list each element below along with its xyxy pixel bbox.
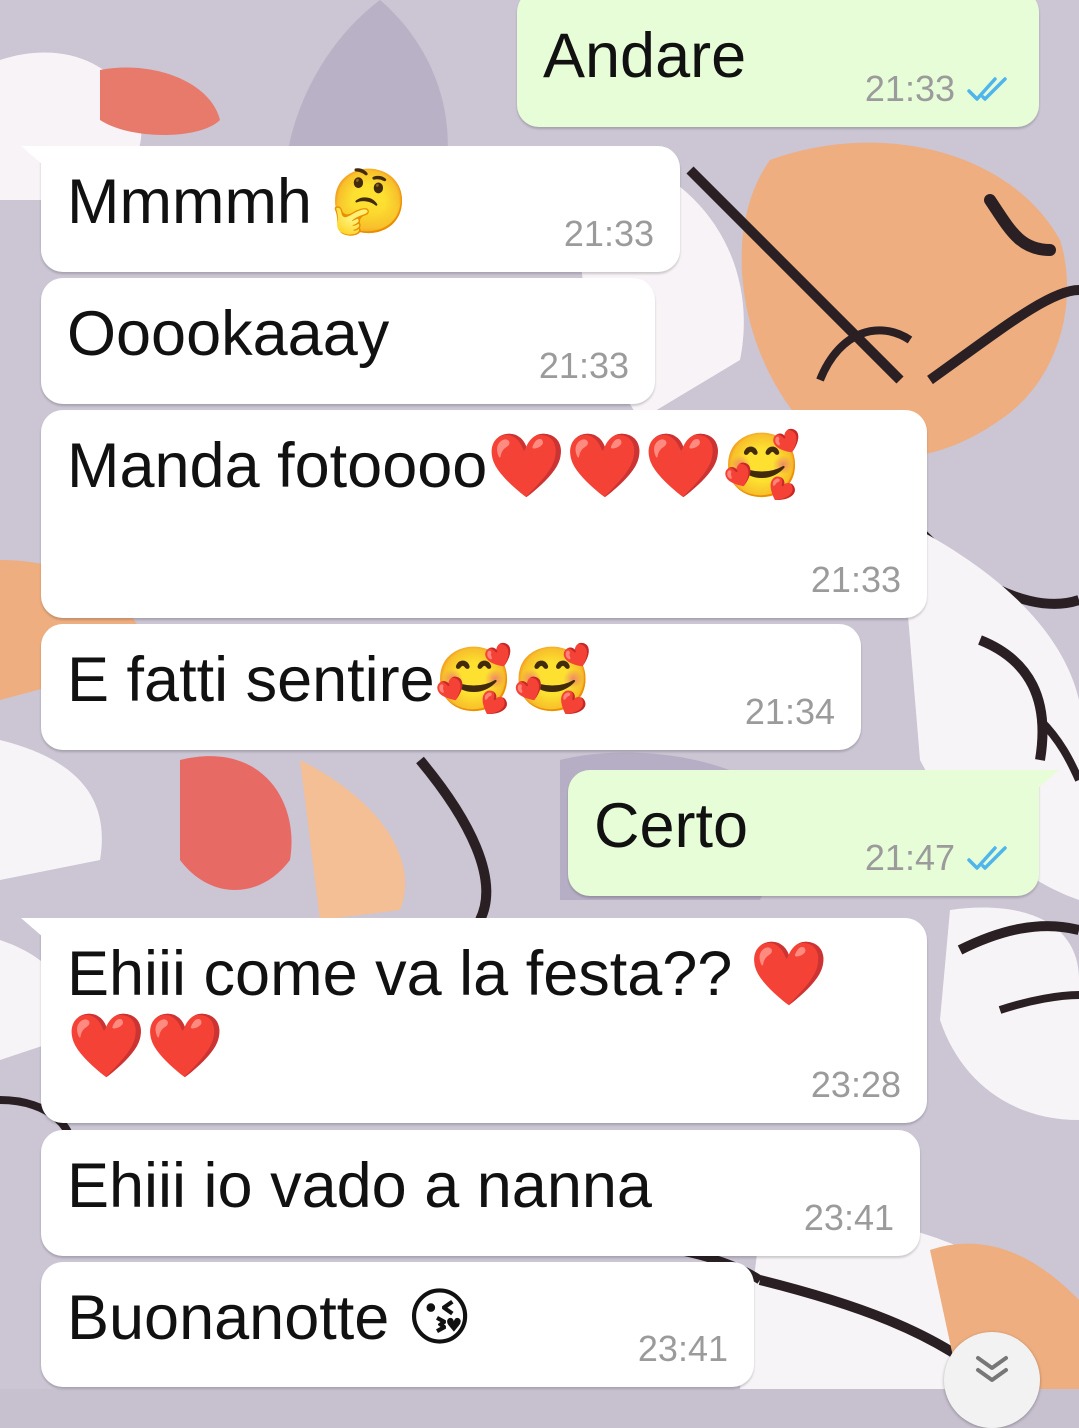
message-timestamp: 21:33 <box>810 559 901 600</box>
message-meta: 23:41 <box>638 1329 728 1369</box>
outgoing-message-bubble[interactable]: Andare 21:33 <box>517 0 1039 127</box>
message-timestamp: 23:41 <box>803 1197 894 1238</box>
message-timestamp: 21:47 <box>864 837 955 878</box>
message-timestamp: 21:33 <box>563 213 654 254</box>
message-meta: 23:41 <box>804 1198 894 1238</box>
message-text: Ooookaaay <box>67 299 390 369</box>
bubble-tail <box>21 146 51 172</box>
message-timestamp: 23:41 <box>637 1328 728 1369</box>
message-meta: 21:47 <box>865 838 1013 878</box>
chat-message-list[interactable]: Andare 21:33 Mmmmh 🤔 21:33 Ooookaaay 21:33 Man… <box>0 0 1079 1389</box>
incoming-message-bubble[interactable]: E fatti sentire🥰🥰 21:34 <box>41 624 861 750</box>
bubble-tail <box>21 918 51 944</box>
message-text: Mmmmh 🤔 <box>67 167 408 237</box>
scroll-to-bottom-button[interactable] <box>944 1332 1040 1428</box>
message-text: Buonanotte 😘 <box>67 1283 473 1353</box>
message-timestamp: 23:28 <box>810 1064 901 1105</box>
message-timestamp: 21:34 <box>744 691 835 732</box>
message-meta: 21:34 <box>745 692 835 732</box>
message-meta: 21:33 <box>564 214 654 254</box>
message-text: Certo <box>594 791 749 861</box>
message-text: Manda fotoooo❤️❤️❤️🥰 <box>67 431 802 501</box>
incoming-message-bubble[interactable]: Ehiii come va la festa?? ❤️ ❤️❤️ 23:28 <box>21 918 927 1123</box>
message-meta: 21:33 <box>865 69 1013 109</box>
incoming-message-bubble[interactable]: Buonanotte 😘 23:41 <box>41 1262 754 1387</box>
message-timestamp: 21:33 <box>538 345 629 386</box>
message-meta: 21:33 <box>539 346 629 386</box>
message-text: Ehiii io vado a nanna <box>67 1151 652 1221</box>
message-meta: 23:28 <box>811 1065 901 1105</box>
double-check-read-icon <box>967 77 1007 101</box>
outgoing-message-bubble[interactable]: Certo 21:47 <box>568 770 1059 896</box>
message-meta: 21:33 <box>811 560 901 600</box>
incoming-message-bubble[interactable]: Ehiii io vado a nanna 23:41 <box>41 1130 920 1256</box>
incoming-message-bubble[interactable]: Mmmmh 🤔 21:33 <box>21 146 680 272</box>
double-chevron-down-icon <box>976 1356 1008 1382</box>
incoming-message-bubble[interactable]: Manda fotoooo❤️❤️❤️🥰 21:33 <box>41 410 927 618</box>
message-timestamp: 21:33 <box>864 68 955 109</box>
message-text: Ehiii come va la festa?? ❤️ ❤️❤️ <box>67 939 829 1081</box>
double-check-read-icon <box>967 846 1007 870</box>
bubble-tail <box>1029 770 1059 796</box>
message-text: E fatti sentire🥰🥰 <box>67 645 592 715</box>
message-text: Andare <box>543 21 747 91</box>
incoming-message-bubble[interactable]: Ooookaaay 21:33 <box>41 278 655 404</box>
